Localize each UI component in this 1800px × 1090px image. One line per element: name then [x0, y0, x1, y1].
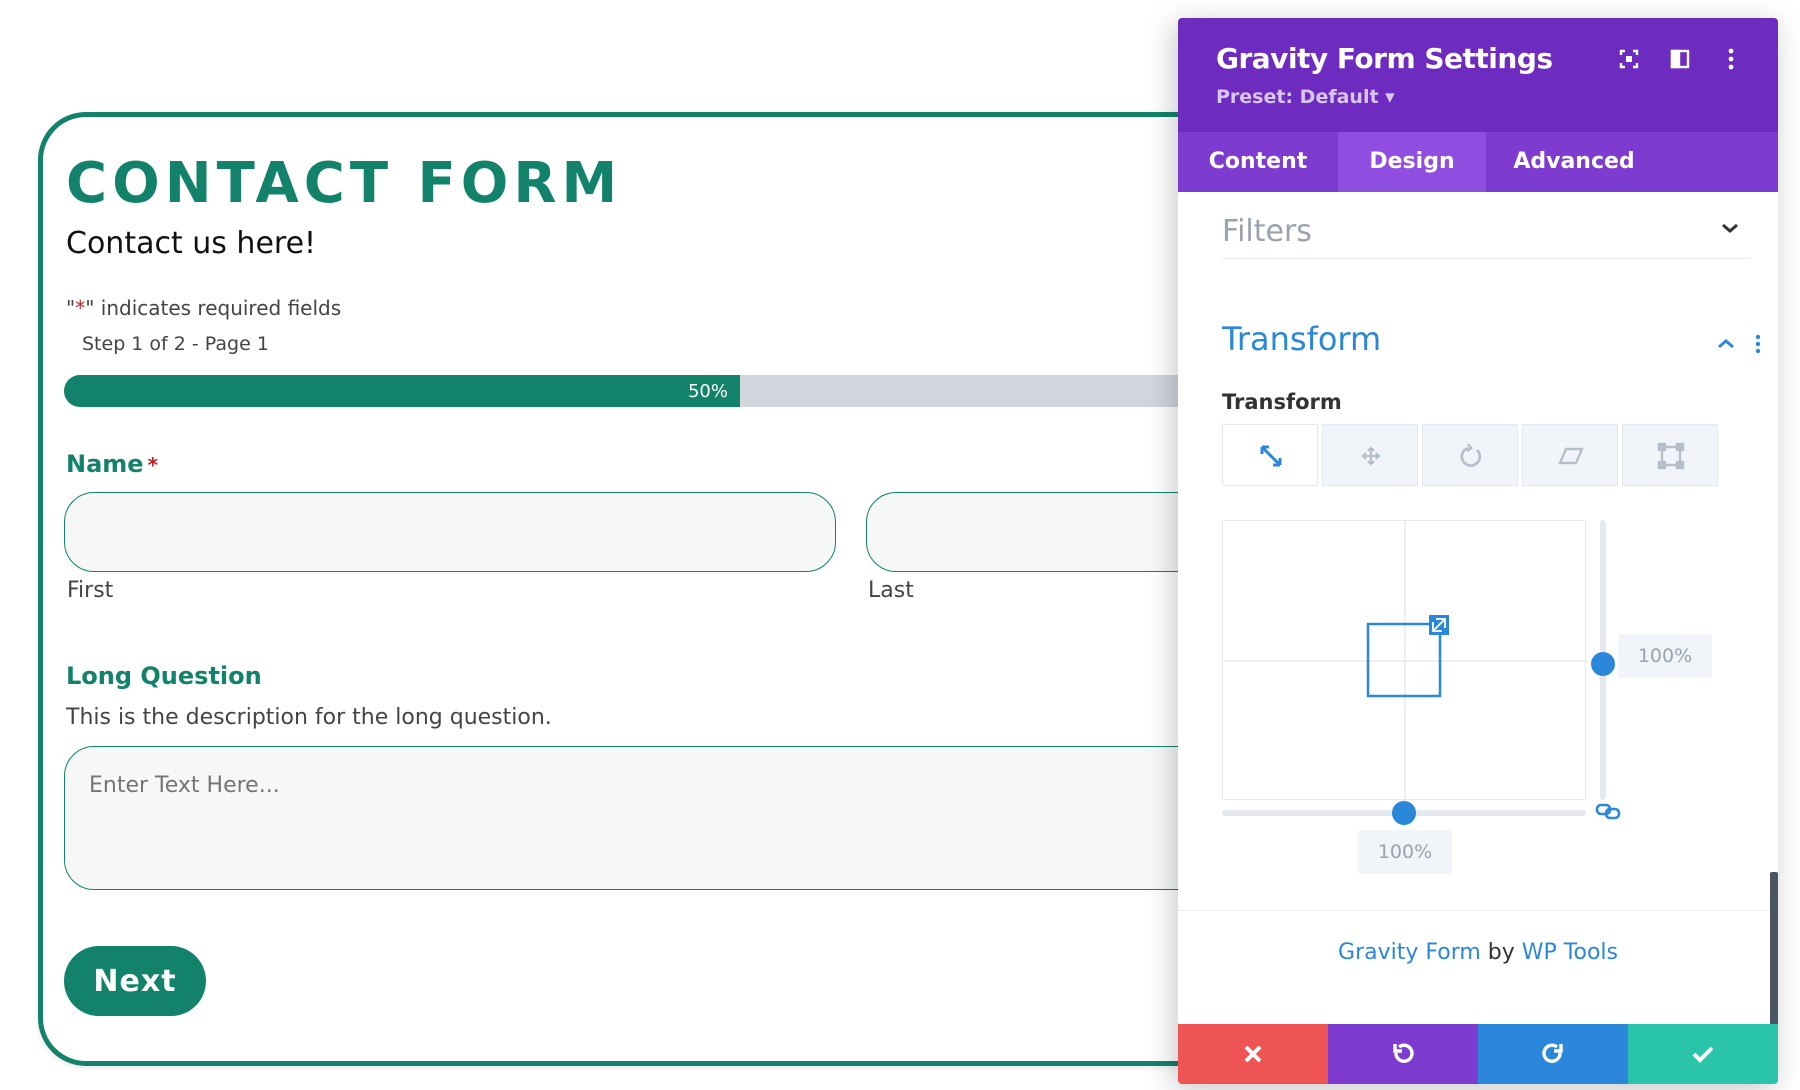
plugin-link[interactable]: Gravity Form — [1338, 940, 1481, 965]
chevron-up-icon[interactable] — [1714, 332, 1738, 356]
plugin-credit: Gravity Form by WP Tools — [1178, 940, 1778, 965]
transform-preview — [1222, 520, 1587, 801]
action-bar — [1178, 1024, 1778, 1084]
origin-tool-button[interactable] — [1622, 424, 1718, 486]
save-icon — [1692, 1046, 1714, 1063]
transform-section-title[interactable]: Transform — [1222, 320, 1381, 358]
required-star: * — [147, 453, 159, 477]
undo-icon — [1393, 1043, 1414, 1063]
redo-icon — [1542, 1043, 1563, 1063]
filters-label: Filters — [1222, 214, 1312, 249]
name-field-label: Name * — [66, 450, 158, 478]
scale-y-handle[interactable] — [1591, 652, 1615, 676]
scale-tool-button[interactable] — [1222, 424, 1318, 486]
skew-tool-button[interactable] — [1522, 424, 1618, 486]
author-link[interactable]: WP Tools — [1522, 940, 1618, 965]
progress-fill: 50% — [64, 375, 740, 407]
cancel-icon — [1244, 1045, 1262, 1063]
redo-button[interactable] — [1478, 1024, 1628, 1084]
next-button[interactable]: Next — [64, 946, 206, 1016]
progress-bar: 50% — [64, 375, 1364, 407]
transform-label: Transform — [1222, 390, 1342, 414]
scale-x-value[interactable]: 100% — [1358, 830, 1452, 874]
panel-scroll-area: Filters Transform Transform 100% 100% Gr… — [1178, 192, 1778, 1058]
form-subtitle: Contact us here! — [66, 226, 317, 261]
form-title: CONTACT FORM — [66, 151, 623, 216]
scale-x-handle[interactable] — [1392, 801, 1416, 825]
tab-design[interactable]: Design — [1338, 132, 1486, 192]
translate-tool-button[interactable] — [1322, 424, 1418, 486]
tab-advanced[interactable]: Advanced — [1486, 132, 1662, 192]
long-question-description: This is the description for the long que… — [66, 705, 552, 730]
skew-icon — [1558, 447, 1584, 465]
step-indicator: Step 1 of 2 - Page 1 — [82, 333, 269, 355]
panel-title: Gravity Form Settings — [1216, 42, 1553, 75]
origin-icon — [1657, 442, 1685, 470]
panel-header: Gravity Form Settings Preset: Default ▾ — [1178, 18, 1778, 132]
panel-tabs: Content Design Advanced — [1178, 132, 1778, 192]
required-note-star: * — [75, 296, 86, 320]
preset-selector[interactable]: Preset: Default ▾ — [1216, 86, 1395, 108]
footer-divider — [1178, 910, 1778, 911]
save-button[interactable] — [1628, 1024, 1778, 1084]
undo-button[interactable] — [1328, 1024, 1478, 1084]
rotate-icon — [1460, 443, 1482, 467]
credit-by: by — [1480, 940, 1522, 965]
translate-icon — [1361, 446, 1381, 466]
required-fields-note: "*" indicates required fields — [66, 296, 341, 320]
filters-section-toggle[interactable]: Filters — [1222, 192, 1750, 259]
required-note-text: " indicates required fields — [85, 296, 342, 320]
scale-y-value[interactable]: 100% — [1618, 634, 1712, 678]
progress-label: 50% — [687, 381, 728, 402]
split-view-icon[interactable] — [1667, 46, 1693, 72]
cancel-button[interactable] — [1178, 1024, 1328, 1084]
transform-grid — [1223, 521, 1587, 801]
last-name-sublabel: Last — [868, 578, 914, 603]
link-icon[interactable] — [1594, 800, 1622, 822]
more-options-icon[interactable] — [1718, 46, 1744, 72]
settings-panel: Gravity Form Settings Preset: Default ▾ … — [1178, 18, 1778, 1084]
required-note-quote-open: " — [66, 296, 76, 320]
name-label-text: Name — [66, 450, 144, 478]
first-name-sublabel: First — [67, 578, 114, 603]
section-more-icon[interactable] — [1746, 332, 1770, 356]
tab-content[interactable]: Content — [1178, 132, 1338, 192]
rotate-tool-button[interactable] — [1422, 424, 1518, 486]
chevron-down-icon — [1722, 223, 1738, 233]
scale-icon — [1260, 445, 1282, 467]
fullscreen-icon[interactable] — [1616, 46, 1642, 72]
first-name-input[interactable] — [64, 492, 836, 572]
long-question-label: Long Question — [66, 662, 262, 690]
